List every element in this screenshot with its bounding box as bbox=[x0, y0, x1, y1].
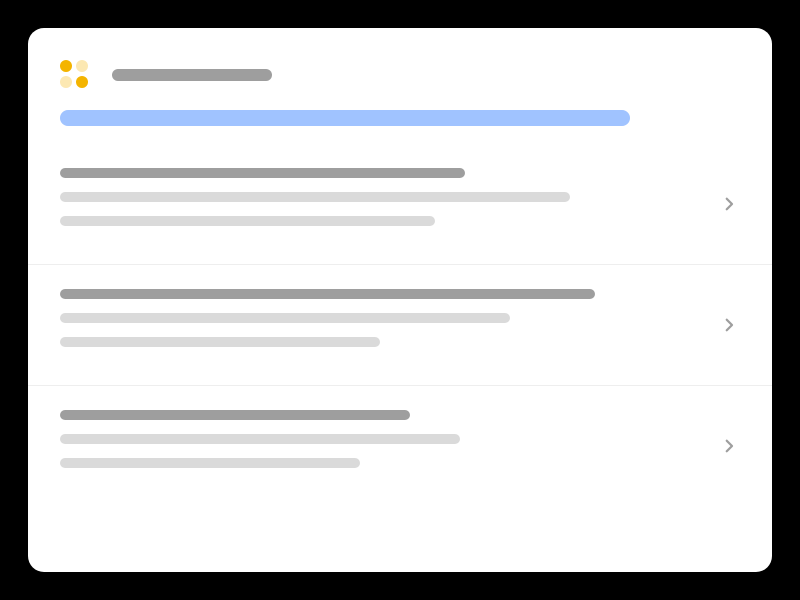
item-title bbox=[60, 168, 465, 178]
item-subtitle bbox=[60, 337, 380, 347]
list-item[interactable] bbox=[28, 264, 772, 385]
item-subtitle bbox=[60, 313, 510, 323]
chevron-right-icon bbox=[720, 195, 738, 213]
item-subtitle bbox=[60, 458, 360, 468]
four-dot-logo-icon bbox=[60, 60, 90, 90]
result-list bbox=[28, 144, 772, 506]
chevron-right-icon bbox=[720, 437, 738, 455]
item-subtitle bbox=[60, 434, 460, 444]
list-item[interactable] bbox=[28, 144, 772, 264]
header bbox=[28, 28, 772, 110]
list-item[interactable] bbox=[28, 385, 772, 506]
item-title bbox=[60, 410, 410, 420]
item-subtitle bbox=[60, 192, 570, 202]
item-subtitle bbox=[60, 216, 435, 226]
content-card bbox=[28, 28, 772, 572]
header-title bbox=[112, 69, 272, 81]
chevron-right-icon bbox=[720, 316, 738, 334]
item-title bbox=[60, 289, 595, 299]
highlight-banner bbox=[60, 110, 630, 126]
